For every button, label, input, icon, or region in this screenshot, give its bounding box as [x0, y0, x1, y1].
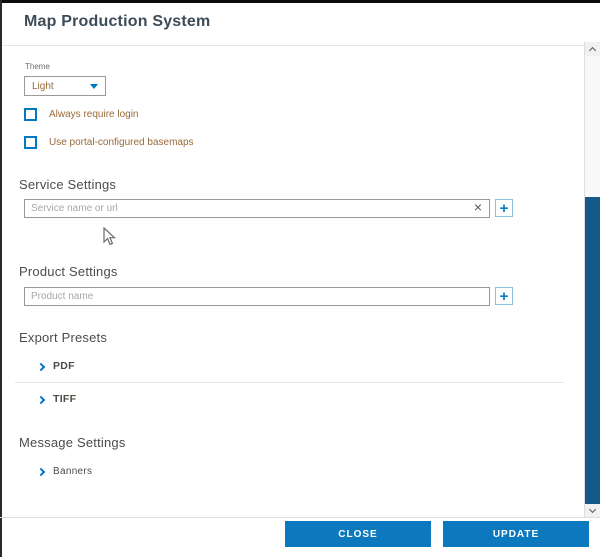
caret-down-icon [90, 84, 98, 89]
footer-divider [0, 517, 600, 518]
theme-label: Theme [25, 62, 50, 71]
theme-select[interactable]: Light [24, 76, 106, 96]
page-title: Map Production System [24, 13, 210, 31]
close-button[interactable]: CLOSE [285, 521, 431, 547]
message-settings-heading: Message Settings [19, 435, 126, 450]
product-input-wrap [24, 286, 490, 305]
add-product-button[interactable]: + [495, 287, 513, 305]
product-name-input[interactable] [24, 287, 490, 306]
window-top-border [0, 0, 600, 3]
scrollbar-thumb[interactable] [585, 197, 600, 507]
preset-label: Banners [53, 466, 92, 477]
chevron-right-icon [37, 395, 45, 403]
portal-basemaps-row: Use portal-configured basemaps [24, 135, 194, 149]
preset-label: TIFF [53, 393, 76, 405]
title-divider [2, 45, 584, 46]
pdf-preset-expander[interactable]: PDF [38, 359, 75, 373]
product-settings-heading: Product Settings [19, 264, 118, 279]
window-left-border [0, 0, 2, 557]
mouse-cursor-icon [103, 227, 116, 246]
checkbox-label: Always require login [49, 109, 139, 120]
service-settings-heading: Service Settings [19, 177, 116, 192]
checkbox-label: Use portal-configured basemaps [49, 137, 194, 148]
chevron-right-icon [37, 467, 45, 475]
service-input-wrap: × [24, 198, 490, 217]
scroll-up-icon [589, 47, 596, 54]
scroll-down-icon [589, 506, 596, 513]
preset-divider [15, 382, 564, 383]
add-service-button[interactable]: + [495, 199, 513, 217]
clear-icon[interactable]: × [470, 199, 486, 215]
always-require-login-row: Always require login [24, 107, 139, 121]
scroll-up-button[interactable] [585, 42, 600, 56]
theme-selected-value: Light [32, 81, 54, 92]
map-production-system-dialog: Map Production System Theme Light Always… [0, 0, 600, 557]
banners-expander[interactable]: Banners [38, 464, 92, 478]
portal-basemaps-checkbox[interactable] [24, 136, 37, 149]
preset-label: PDF [53, 360, 75, 372]
always-require-login-checkbox[interactable] [24, 108, 37, 121]
export-presets-heading: Export Presets [19, 330, 107, 345]
update-button[interactable]: UPDATE [443, 521, 589, 547]
tiff-preset-expander[interactable]: TIFF [38, 392, 76, 406]
scroll-down-button[interactable] [585, 504, 600, 518]
vertical-scrollbar[interactable] [584, 42, 600, 518]
chevron-right-icon [37, 362, 45, 370]
service-name-input[interactable] [24, 199, 490, 218]
